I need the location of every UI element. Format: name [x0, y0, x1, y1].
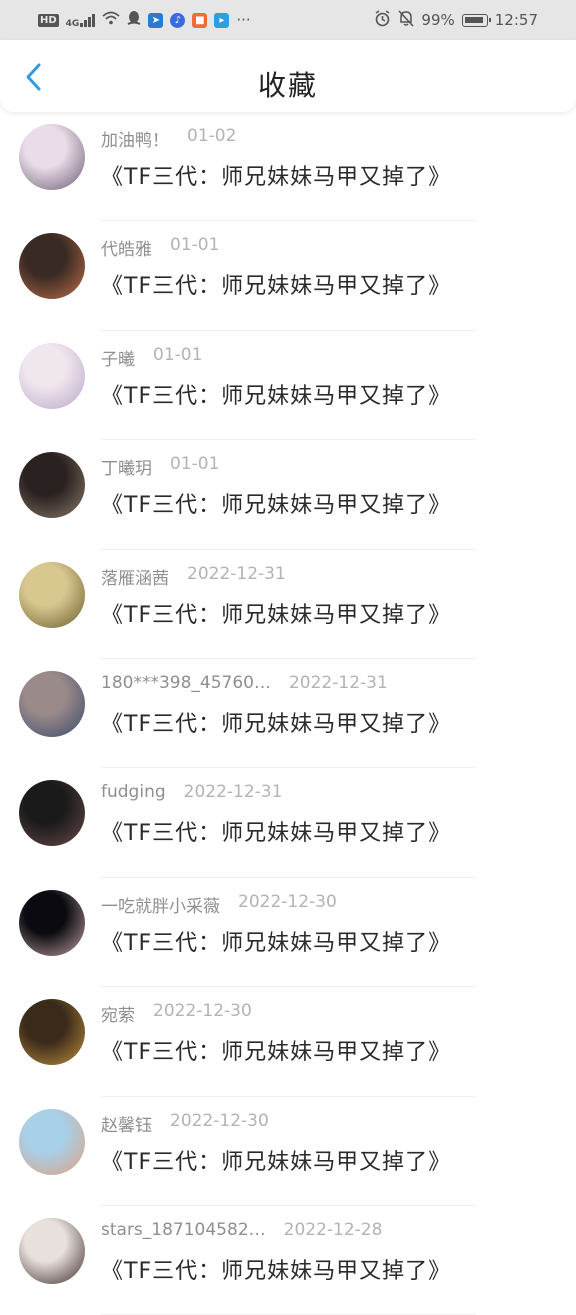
avatar[interactable] [19, 561, 85, 628]
item-meta: 宛萦 2022-12-30 [101, 1001, 252, 1026]
user-name[interactable]: fudging [101, 782, 166, 802]
work-title[interactable]: 《TF三代：师兄妹妹马甲又掉了》 [101, 597, 451, 629]
avatar[interactable] [19, 889, 85, 956]
list-item[interactable]: 赵馨钰 2022-12-30 《TF三代：师兄妹妹马甲又掉了》 [0, 1097, 576, 1206]
status-left: HD 4G ➤ ♪ ■ ▸ ··· [38, 10, 251, 30]
battery-percent: 99% [421, 11, 455, 29]
favorite-date: 01-01 [153, 344, 203, 365]
network-type: 4G [65, 19, 80, 29]
favorite-date: 01-02 [187, 126, 237, 146]
work-title[interactable]: 《TF三代：师兄妹妹马甲又掉了》 [101, 268, 451, 300]
item-meta: 赵馨钰 2022-12-30 [101, 1111, 269, 1136]
signal-icon [80, 13, 96, 27]
work-title[interactable]: 《TF三代：师兄妹妹马甲又掉了》 [101, 925, 451, 957]
favorite-date: 2022-12-30 [170, 1110, 269, 1131]
favorite-date: 01-01 [170, 454, 220, 475]
qq-icon [127, 10, 141, 30]
app-icon: ▸ [214, 12, 230, 28]
item-meta: 代皓雅 01-01 [101, 235, 219, 260]
list-item[interactable]: 子曦 01-01 《TF三代：师兄妹妹马甲又掉了》 [0, 331, 576, 441]
list-item[interactable]: 加油鸭！ 01-02 《TF三代：师兄妹妹马甲又掉了》 [0, 112, 576, 222]
favorite-date: 2022-12-31 [187, 563, 286, 584]
music-app-icon: ♪ [170, 12, 186, 28]
user-name[interactable]: stars_187104582… [101, 1220, 266, 1240]
favorite-date: 2022-12-30 [153, 1001, 252, 1022]
user-name[interactable]: 赵馨钰 [101, 1111, 152, 1136]
user-name[interactable]: 代皓雅 [101, 235, 152, 260]
more-notifications: ··· [236, 11, 251, 29]
avatar[interactable] [19, 342, 85, 409]
item-meta: 180***398_45760… 2022-12-31 [101, 673, 388, 693]
hd-badge: HD [38, 13, 59, 27]
work-title[interactable]: 《TF三代：师兄妹妹马甲又掉了》 [101, 1034, 451, 1066]
work-title[interactable]: 《TF三代：师兄妹妹马甲又掉了》 [101, 159, 451, 191]
user-name[interactable]: 子曦 [101, 345, 135, 370]
work-title[interactable]: 《TF三代：师兄妹妹马甲又掉了》 [101, 487, 451, 519]
list-item[interactable]: 丁曦玥 01-01 《TF三代：师兄妹妹马甲又掉了》 [0, 440, 576, 550]
clock: 12:57 [494, 11, 538, 29]
user-name[interactable]: 一吃就胖小采薇 [101, 892, 220, 917]
favorite-date: 2022-12-31 [288, 672, 388, 693]
avatar[interactable] [19, 452, 85, 519]
user-name[interactable]: 落雁涵茜 [101, 564, 169, 589]
avatar[interactable] [19, 1217, 85, 1284]
avatar[interactable] [19, 124, 85, 190]
favorite-date: 2022-12-31 [183, 782, 283, 803]
user-name[interactable]: 180***398_45760… [101, 673, 271, 693]
list-item[interactable]: 180***398_45760… 2022-12-31 《TF三代：师兄妹妹马甲… [0, 659, 576, 769]
status-bar: HD 4G ➤ ♪ ■ ▸ ··· 99% 12:57 [0, 0, 576, 40]
list-item[interactable]: 一吃就胖小采薇 2022-12-30 《TF三代：师兄妹妹马甲又掉了》 [0, 878, 576, 988]
favorite-date: 2022-12-28 [283, 1219, 383, 1240]
user-name[interactable]: 宛萦 [101, 1001, 135, 1026]
avatar[interactable] [19, 670, 85, 737]
item-meta: 一吃就胖小采薇 2022-12-30 [101, 892, 337, 917]
list-item[interactable]: 落雁涵茜 2022-12-31 《TF三代：师兄妹妹马甲又掉了》 [0, 550, 576, 659]
user-name[interactable]: 丁曦玥 [101, 454, 152, 479]
status-right: 99% 12:57 [374, 9, 538, 31]
item-meta: fudging 2022-12-31 [101, 782, 282, 802]
favorites-list: 加油鸭！ 01-02 《TF三代：师兄妹妹马甲又掉了》 代皓雅 01-01 《T… [0, 112, 576, 1315]
list-item[interactable]: 宛萦 2022-12-30 《TF三代：师兄妹妹马甲又掉了》 [0, 987, 576, 1097]
item-meta: 落雁涵茜 2022-12-31 [101, 564, 286, 589]
list-item[interactable]: 代皓雅 01-01 《TF三代：师兄妹妹马甲又掉了》 [0, 221, 576, 331]
avatar[interactable] [19, 1108, 85, 1175]
avatar[interactable] [19, 233, 85, 300]
list-item[interactable]: fudging 2022-12-31 《TF三代：师兄妹妹马甲又掉了》 [0, 768, 576, 878]
item-meta: stars_187104582… 2022-12-28 [101, 1220, 382, 1240]
page-title: 收藏 [257, 69, 318, 102]
wifi-icon [102, 11, 120, 29]
nav-header: 收藏 [0, 40, 576, 112]
user-name[interactable]: 加油鸭！ [101, 126, 169, 151]
app-notification-icon: ➤ [148, 12, 164, 28]
item-meta: 子曦 01-01 [101, 345, 202, 370]
favorite-date: 2022-12-30 [238, 891, 337, 912]
avatar[interactable] [19, 780, 85, 847]
work-title[interactable]: 《TF三代：师兄妹妹马甲又掉了》 [101, 1144, 451, 1176]
mute-icon [398, 9, 415, 31]
work-title[interactable]: 《TF三代：师兄妹妹马甲又掉了》 [101, 815, 451, 847]
battery-icon [461, 13, 491, 27]
alarm-icon [374, 9, 391, 31]
item-meta: 丁曦玥 01-01 [101, 454, 219, 479]
work-title[interactable]: 《TF三代：师兄妹妹马甲又掉了》 [101, 706, 451, 738]
app-icon: ■ [192, 12, 208, 28]
work-title[interactable]: 《TF三代：师兄妹妹马甲又掉了》 [101, 378, 451, 410]
work-title[interactable]: 《TF三代：师兄妹妹马甲又掉了》 [101, 1253, 451, 1285]
avatar[interactable] [19, 999, 85, 1066]
favorite-date: 01-01 [170, 235, 220, 256]
list-item[interactable]: stars_187104582… 2022-12-28 《TF三代：师兄妹妹马甲… [0, 1206, 576, 1315]
item-meta: 加油鸭！ 01-02 [101, 126, 236, 151]
